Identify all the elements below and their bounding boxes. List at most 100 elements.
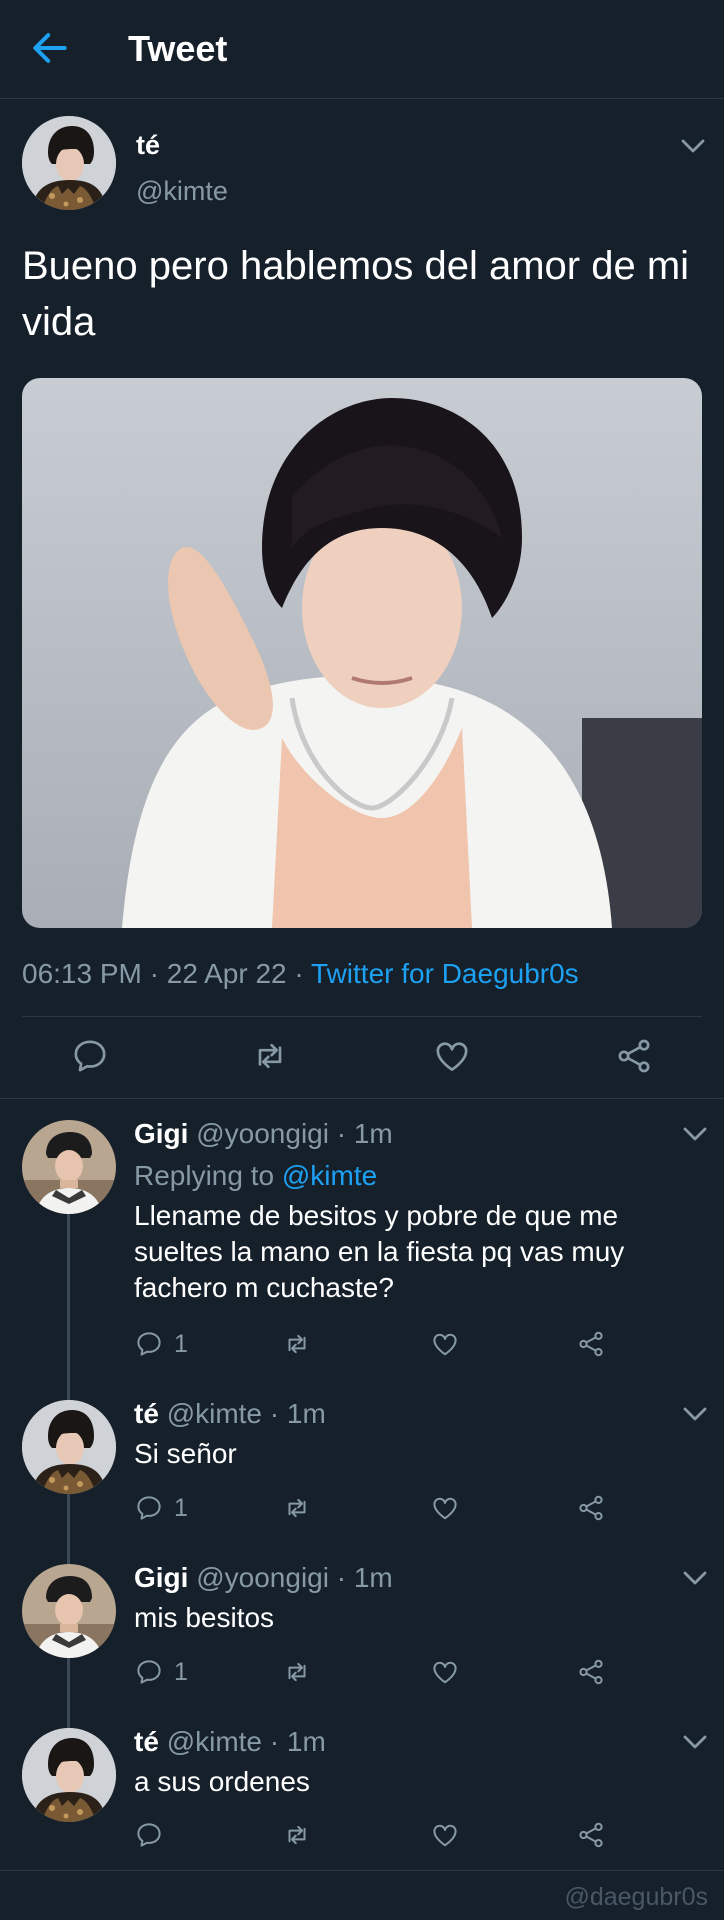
reply-icon: [134, 1820, 164, 1850]
avatar[interactable]: [22, 1400, 116, 1494]
reply-time: 1m: [353, 1562, 393, 1593]
reply-header: Gigi @yoongigi · 1m: [134, 1562, 393, 1594]
reply-text: a sus ordenes: [134, 1766, 310, 1797]
meta-separator: ·: [269, 1398, 280, 1429]
retweet-button[interactable]: [250, 1036, 290, 1076]
chevron-down-icon: [680, 1404, 710, 1424]
share-button[interactable]: [576, 1818, 616, 1852]
reply-header: té @kimte · 1m: [134, 1398, 326, 1430]
reply-author-handle[interactable]: @yoongigi: [196, 1562, 329, 1593]
reply-count: 1: [174, 1493, 188, 1522]
meta-separator: ·: [336, 1118, 347, 1149]
back-button[interactable]: [28, 26, 72, 70]
reply-menu-button[interactable]: [680, 1124, 710, 1144]
retweet-icon: [282, 1657, 312, 1687]
reply-button[interactable]: 1: [134, 1655, 188, 1689]
reply-button[interactable]: [134, 1818, 174, 1852]
reply-header: Gigi @yoongigi · 1m: [134, 1118, 393, 1150]
like-button[interactable]: [430, 1655, 470, 1689]
reply-actions: [134, 1818, 614, 1852]
reply-author-name[interactable]: té: [134, 1398, 159, 1429]
replying-label: Replying to: [134, 1160, 275, 1191]
meta-separator: ·: [269, 1726, 280, 1757]
watermark: @daegubr0s: [564, 1883, 708, 1911]
share-icon: [576, 1493, 606, 1523]
tweet-photo[interactable]: [22, 378, 702, 928]
retweet-button[interactable]: [282, 1491, 322, 1525]
thread-line: [67, 1494, 70, 1564]
reply-menu-button[interactable]: [680, 1404, 710, 1424]
reply-count: 1: [174, 1329, 188, 1358]
avatar[interactable]: [22, 1564, 116, 1658]
reply-actions: 1: [134, 1327, 614, 1361]
share-icon: [614, 1036, 654, 1076]
reply-text: Llename de besitos y pobre de que me sue…: [134, 1200, 625, 1303]
divider: [22, 1016, 702, 1017]
reply-time: 1m: [286, 1726, 326, 1757]
meta-separator: ·: [294, 958, 312, 989]
share-button[interactable]: [576, 1655, 616, 1689]
tweet-menu-button[interactable]: [678, 136, 708, 156]
retweet-button[interactable]: [282, 1818, 322, 1852]
reply-button[interactable]: [70, 1036, 110, 1076]
reply-time: 1m: [353, 1118, 393, 1149]
reply-button[interactable]: 1: [134, 1327, 188, 1361]
tweet-time: 06:13 PM: [22, 958, 142, 989]
share-button[interactable]: [576, 1491, 616, 1525]
reply-time: 1m: [286, 1398, 326, 1429]
replying-to: Replying to @kimte: [134, 1160, 377, 1192]
tweet-meta: 06:13 PM · 22 Apr 22 · Twitter for Daegu…: [22, 958, 579, 990]
like-button[interactable]: [430, 1491, 470, 1525]
like-button[interactable]: [430, 1327, 470, 1361]
thread-line: [67, 1658, 70, 1728]
meta-separator: ·: [336, 1562, 347, 1593]
retweet-icon: [250, 1036, 290, 1076]
reply-menu-button[interactable]: [680, 1732, 710, 1752]
reply-icon: [134, 1329, 164, 1359]
reply-icon: [134, 1493, 164, 1523]
like-icon: [430, 1820, 460, 1850]
share-icon: [576, 1820, 606, 1850]
share-button[interactable]: [614, 1036, 654, 1076]
retweet-button[interactable]: [282, 1655, 322, 1689]
reply-button[interactable]: 1: [134, 1491, 188, 1525]
thread-line: [67, 1214, 70, 1400]
retweet-icon: [282, 1820, 312, 1850]
divider: [0, 1870, 724, 1871]
retweet-button[interactable]: [282, 1327, 322, 1361]
like-button[interactable]: [432, 1036, 472, 1076]
chevron-down-icon: [680, 1124, 710, 1144]
share-icon: [576, 1329, 606, 1359]
share-button[interactable]: [576, 1327, 616, 1361]
page-title: Tweet: [128, 28, 228, 69]
avatar[interactable]: [22, 1120, 116, 1214]
retweet-icon: [282, 1493, 312, 1523]
like-icon: [430, 1657, 460, 1687]
reply-author-name[interactable]: Gigi: [134, 1562, 188, 1593]
tweet-date: 22 Apr 22: [166, 958, 287, 989]
reply-actions: 1: [134, 1655, 614, 1689]
top-bar: Tweet: [0, 0, 724, 99]
reply-author-handle[interactable]: @kimte: [167, 1726, 262, 1757]
retweet-icon: [282, 1329, 312, 1359]
reply-text: mis besitos: [134, 1602, 275, 1633]
avatar[interactable]: [22, 116, 116, 210]
reply-actions: 1: [134, 1491, 614, 1525]
chevron-down-icon: [680, 1568, 710, 1588]
replying-to-link[interactable]: @kimte: [282, 1160, 377, 1191]
reply-author-handle[interactable]: @kimte: [167, 1398, 262, 1429]
author-name[interactable]: té: [136, 130, 160, 161]
back-arrow-icon: [33, 33, 67, 63]
like-icon: [430, 1329, 460, 1359]
avatar[interactable]: [22, 1728, 116, 1822]
reply-author-handle[interactable]: @yoongigi: [196, 1118, 329, 1149]
reply-menu-button[interactable]: [680, 1568, 710, 1588]
tweet-source-link[interactable]: Twitter for Daegubr0s: [311, 958, 579, 989]
reply-icon: [70, 1036, 110, 1076]
tweet-text: Bueno pero hablemos del amor de mi vida: [22, 244, 690, 344]
author-handle[interactable]: @kimte: [136, 176, 228, 207]
like-button[interactable]: [430, 1818, 470, 1852]
divider: [0, 1098, 724, 1099]
reply-author-name[interactable]: té: [134, 1726, 159, 1757]
reply-author-name[interactable]: Gigi: [134, 1118, 188, 1149]
